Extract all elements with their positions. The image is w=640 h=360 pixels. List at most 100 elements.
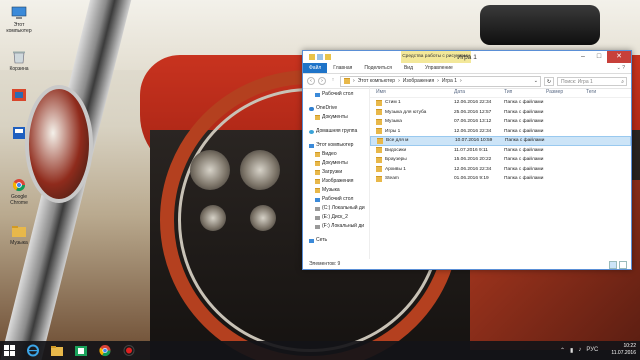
nav-item-desktop[interactable]: Рабочий стол bbox=[303, 90, 369, 99]
file-row[interactable]: Все для м 10.07.2016 10:59 Папка с файлами bbox=[370, 136, 631, 146]
column-date[interactable]: Дата bbox=[454, 89, 504, 95]
forward-button[interactable]: › bbox=[318, 77, 326, 85]
file-row[interactable]: Музыка для ютуба 25.06.2016 12:57 Папка с … bbox=[370, 108, 631, 118]
navigation-pane[interactable]: Рабочий стол OneDrive Документы Домашняя… bbox=[303, 87, 370, 259]
nav-item-documents[interactable]: Документы bbox=[303, 113, 369, 122]
folder-icon bbox=[376, 166, 382, 173]
folder-icon bbox=[315, 115, 320, 120]
large-icons-view-icon[interactable] bbox=[619, 261, 627, 269]
nav-item-downloads[interactable]: Загрузки bbox=[303, 168, 369, 177]
desktop-icon-app-2[interactable] bbox=[2, 126, 36, 142]
minimize-button[interactable]: – bbox=[575, 51, 591, 63]
close-button[interactable]: ✕ bbox=[607, 51, 631, 63]
folder-icon bbox=[376, 147, 382, 154]
desktop-icon-recycle-bin[interactable]: Корзина bbox=[2, 50, 36, 72]
details-view-icon[interactable] bbox=[609, 261, 617, 269]
internet-explorer-icon[interactable] bbox=[26, 344, 40, 357]
chevron-down-icon[interactable]: ⌄ bbox=[534, 78, 540, 84]
start-button[interactable] bbox=[4, 345, 15, 356]
nav-item-drive-e[interactable]: (E:) Диск_2 bbox=[303, 213, 369, 222]
tab-home[interactable]: Главная bbox=[327, 65, 358, 71]
wallpaper-gauge bbox=[190, 150, 230, 190]
expand-ribbon-icon[interactable]: ⌄ ? bbox=[617, 65, 631, 71]
desktop-icon-app-1[interactable] bbox=[2, 88, 36, 104]
folder-icon bbox=[315, 170, 320, 175]
recycle-bin-icon bbox=[13, 51, 25, 64]
file-date: 25.06.2016 12:57 bbox=[454, 109, 492, 115]
nav-item-this-pc[interactable]: Этот компьютер bbox=[303, 141, 369, 150]
explorer-window[interactable]: Средства работы с рисунками Игра 1 – □ ✕… bbox=[302, 50, 632, 270]
breadcrumb-current[interactable]: Игра 1 bbox=[442, 78, 457, 84]
file-type: Папка с файлами bbox=[505, 138, 545, 144]
nav-item-desktop[interactable]: Рабочий стол bbox=[303, 195, 369, 204]
file-row[interactable]: Стим 1 12.06.2016 22:34 Папка с файлами bbox=[370, 98, 631, 108]
file-date: 01.06.2016 9:19 bbox=[454, 176, 489, 182]
nav-item-pictures[interactable]: Изображения bbox=[303, 177, 369, 186]
file-list[interactable]: Имя Дата Тип Размер Теги Стим 1 12.06.201… bbox=[370, 87, 631, 259]
clock-time: 10:22 bbox=[623, 343, 636, 349]
recorder-icon[interactable] bbox=[122, 344, 136, 357]
file-row[interactable]: Архивы 1 12.06.2016 22:34 Папка с файлами bbox=[370, 165, 631, 175]
file-row[interactable]: Steam 01.06.2016 9:19 Папка с файлами bbox=[370, 174, 631, 184]
file-type: Папка с файлами bbox=[504, 157, 544, 163]
tab-manage[interactable]: Управление bbox=[419, 65, 459, 71]
file-type: Папка с файлами bbox=[504, 147, 544, 153]
language-indicator[interactable]: РУС bbox=[586, 347, 598, 354]
cloud-icon bbox=[309, 106, 314, 111]
file-name-cell: Музыка для ютуба bbox=[370, 109, 454, 116]
breadcrumb-this-pc[interactable]: Этот компьютер bbox=[358, 78, 395, 84]
network-icon[interactable]: ▮ bbox=[570, 347, 573, 354]
folder-icon bbox=[377, 137, 383, 144]
volume-icon[interactable]: ♪ bbox=[578, 347, 581, 354]
breadcrumb-separator: › bbox=[437, 78, 439, 84]
file-row[interactable]: Музыка 07.06.2016 13:12 Папка с файлами bbox=[370, 117, 631, 127]
nav-item-videos[interactable]: Видео bbox=[303, 150, 369, 159]
show-hidden-icons-icon[interactable]: ⌃ bbox=[560, 347, 565, 354]
file-name: Браузеры bbox=[385, 157, 407, 163]
status-bar: Элементов: 9 bbox=[303, 259, 631, 269]
desktop-icon bbox=[315, 92, 320, 97]
folder-icon bbox=[376, 99, 382, 106]
file-name: Все для м bbox=[386, 138, 409, 144]
file-row[interactable]: Браузеры 15.06.2016 20:22 Папка с файлами bbox=[370, 155, 631, 165]
maximize-button[interactable]: □ bbox=[591, 51, 607, 63]
nav-item-network[interactable]: Сеть bbox=[303, 236, 369, 245]
tab-view[interactable]: Вид bbox=[398, 65, 419, 71]
nav-item-drive-f[interactable]: (F:) Локальный ди bbox=[303, 222, 369, 231]
file-date: 12.06.2016 22:34 bbox=[454, 100, 492, 106]
up-button[interactable]: ↑ bbox=[329, 77, 337, 85]
refresh-button[interactable]: ↻ bbox=[544, 76, 554, 86]
tab-file[interactable]: Файл bbox=[303, 63, 328, 73]
nav-item-homegroup[interactable]: Домашняя группа bbox=[303, 127, 369, 136]
file-explorer-icon[interactable] bbox=[50, 344, 64, 357]
wallpaper-gauge bbox=[240, 150, 280, 190]
column-headers: Имя Дата Тип Размер Теги bbox=[370, 87, 631, 98]
chrome-taskbar-icon[interactable] bbox=[98, 344, 112, 357]
taskbar: ⌃ ▮ ♪ РУС 10:22 11.07.2016 bbox=[0, 341, 640, 360]
file-name-cell: Стим 1 bbox=[370, 99, 454, 106]
file-row[interactable]: Видосики 11.07.2016 9:11 Папка с файлами bbox=[370, 146, 631, 156]
back-button[interactable]: ‹ bbox=[307, 77, 315, 85]
desktop-icon-this-pc[interactable]: Этот компьютер bbox=[2, 6, 36, 34]
nav-item-label: Сеть bbox=[316, 237, 328, 243]
breadcrumb-pictures[interactable]: Изображения bbox=[403, 78, 434, 84]
column-type[interactable]: Тип bbox=[504, 89, 546, 95]
file-type: Папка с файлами bbox=[504, 100, 544, 106]
desktop-icon-music[interactable]: Музыка bbox=[2, 224, 36, 246]
store-icon[interactable] bbox=[74, 344, 88, 357]
nav-item-music[interactable]: Музыка bbox=[303, 186, 369, 195]
column-name[interactable]: Имя bbox=[370, 89, 454, 95]
window-titlebar[interactable]: Средства работы с рисунками Игра 1 – □ ✕ bbox=[303, 51, 631, 63]
nav-item-onedrive[interactable]: OneDrive bbox=[303, 104, 369, 113]
tab-share[interactable]: Поделиться bbox=[358, 65, 398, 71]
column-tags[interactable]: Теги bbox=[586, 89, 596, 95]
nav-item-documents[interactable]: Документы bbox=[303, 159, 369, 168]
column-size[interactable]: Размер bbox=[546, 89, 586, 95]
clock[interactable]: 10:22 11.07.2016 bbox=[611, 343, 636, 357]
desktop-icon-chrome[interactable]: Google Chrome bbox=[2, 178, 36, 206]
file-row[interactable]: Игры 1 12.06.2016 22:34 Папка с файлами bbox=[370, 127, 631, 137]
search-input[interactable]: Поиск: Игра 1 ⌕ bbox=[557, 76, 627, 86]
wallpaper-lamp bbox=[480, 5, 600, 45]
address-bar[interactable]: › Этот компьютер › Изображения › Игра 1 … bbox=[340, 75, 541, 87]
nav-item-drive-c[interactable]: (C:) Локальный ди bbox=[303, 204, 369, 213]
